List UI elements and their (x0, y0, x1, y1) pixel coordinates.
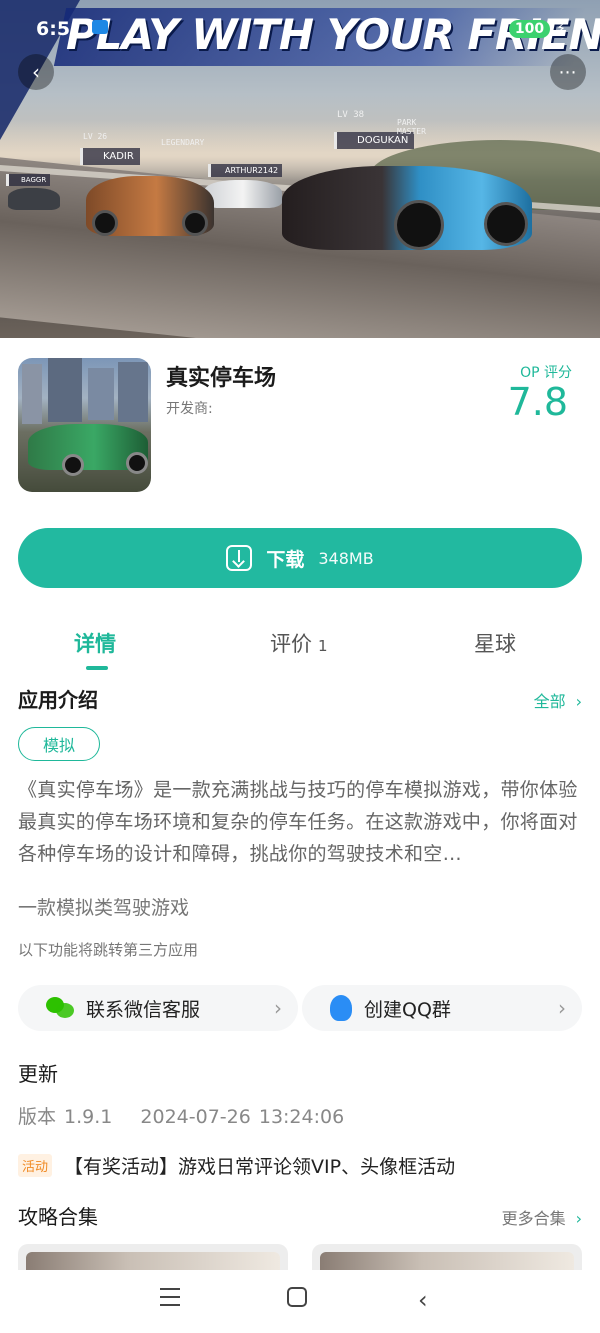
notification-icon (92, 20, 108, 34)
app-icon[interactable] (18, 358, 151, 492)
update-datetime: 2024-07-26 13:24:06 (140, 1106, 345, 1128)
chevron-right-icon: › (575, 692, 582, 711)
update-title: 更新 (18, 1062, 58, 1086)
more-guides-link[interactable]: 更多合集 › (502, 1205, 582, 1229)
chevron-right-icon: › (575, 1209, 582, 1228)
create-qq-group-button[interactable]: 创建QQ群 › (302, 985, 582, 1031)
player-name: ARTHUR2142 (225, 166, 279, 175)
car-white (204, 180, 282, 208)
update-version: 版本 1.9.1 2024-07-26 13:24:06 (18, 1102, 344, 1129)
back-button[interactable]: ‹ (18, 54, 54, 90)
qq-label: 创建QQ群 (364, 998, 451, 1021)
category-tag[interactable]: 模拟 (18, 727, 100, 761)
guide-thumbnail (320, 1252, 574, 1270)
ellipsis-icon: ⋯ (558, 61, 578, 83)
third-party-note: 以下功能将跳转第三方应用 (18, 941, 199, 959)
battery-indicator: 100 (508, 20, 551, 38)
intro-title: 应用介绍 (18, 688, 98, 712)
wechat-icon (46, 997, 74, 1019)
download-size: 348MB (318, 548, 374, 568)
player-tag-kadir: LV 26 LEGENDARY KADIR (80, 132, 204, 165)
review-count: 1 (318, 637, 328, 655)
recents-button[interactable] (160, 1288, 180, 1306)
guide-card[interactable] (18, 1244, 288, 1270)
guides-title: 攻略合集 (18, 1205, 98, 1229)
player-tag-dogukan: LV 38 PARK MASTER DOGUKAN (334, 110, 426, 149)
car-orange (86, 176, 214, 236)
intro-all-link[interactable]: 全部 › (534, 688, 582, 712)
download-icon (226, 545, 253, 571)
status-icons: 100 ⚡ (508, 20, 566, 38)
system-nav-bar: ‹ (0, 1272, 600, 1333)
player-name: BAGGR (21, 176, 47, 184)
app-description[interactable]: 《真实停车场》是一款充满挑战与技巧的停车模拟游戏，带你体验最真实的停车场环境和复… (18, 774, 584, 870)
activity-badge: 活动 (18, 1154, 53, 1177)
score-label: OP 评分 (520, 365, 572, 381)
tab-label: 评价 (270, 632, 312, 656)
app-subtitle: 一款模拟类驾驶游戏 (18, 897, 190, 919)
charging-icon: ⚡ (556, 21, 566, 37)
chevron-left-icon: ‹ (32, 60, 40, 84)
player-tag-baggr: BAGGR (6, 174, 51, 186)
wechat-service-button[interactable]: 联系微信客服 › (18, 985, 298, 1031)
car-blue (282, 166, 532, 250)
player-level: LV 26 (83, 132, 108, 141)
qq-icon (330, 995, 352, 1021)
tab-planet[interactable]: 星球 (474, 628, 516, 658)
car-dark (8, 188, 60, 210)
home-button[interactable] (287, 1287, 307, 1307)
tab-bar: 详情 评价 1 星球 (0, 622, 600, 670)
player-tag-arthur: ARTHUR2142 (208, 164, 283, 177)
player-level: LV 38 (337, 110, 365, 120)
activity-row[interactable]: 活动 【有奖活动】游戏日常评论领VIP、头像框活动 (18, 1152, 455, 1179)
tab-label: 详情 (74, 632, 116, 656)
more-guides-label: 更多合集 (501, 1209, 566, 1228)
tab-indicator (86, 666, 108, 670)
guide-thumbnail (26, 1252, 280, 1270)
system-back-button[interactable]: ‹ (418, 1286, 428, 1314)
score-value[interactable]: 7.8 (508, 380, 568, 424)
download-button[interactable]: 下载 348MB (18, 528, 582, 588)
status-time: 6:5 (36, 18, 71, 40)
wechat-label: 联系微信客服 (86, 998, 201, 1021)
download-label: 下载 (266, 548, 305, 571)
player-rank: PARK MASTER (397, 118, 426, 136)
activity-text: 【有奖活动】游戏日常评论领VIP、头像框活动 (64, 1156, 456, 1178)
player-rank: LEGENDARY (161, 138, 205, 147)
all-link-label: 全部 (533, 692, 566, 711)
player-name: KADIR (103, 151, 134, 162)
guide-card[interactable] (312, 1244, 582, 1270)
version-text: 版本 1.9.1 (18, 1106, 113, 1128)
player-name: DOGUKAN (357, 135, 409, 146)
chevron-right-icon: › (274, 996, 282, 1020)
developer-label: 开发商: (166, 401, 213, 417)
tab-label: 星球 (474, 632, 516, 656)
app-title: 真实停车场 (166, 366, 277, 391)
more-options-button[interactable]: ⋯ (550, 54, 586, 90)
chevron-right-icon: › (558, 996, 566, 1020)
tab-reviews[interactable]: 评价 1 (270, 628, 328, 658)
tab-details[interactable]: 详情 (74, 628, 116, 658)
hero-screenshot[interactable]: LV 38 PARK MASTER DOGUKAN LV 26 LEGENDAR… (0, 0, 600, 338)
